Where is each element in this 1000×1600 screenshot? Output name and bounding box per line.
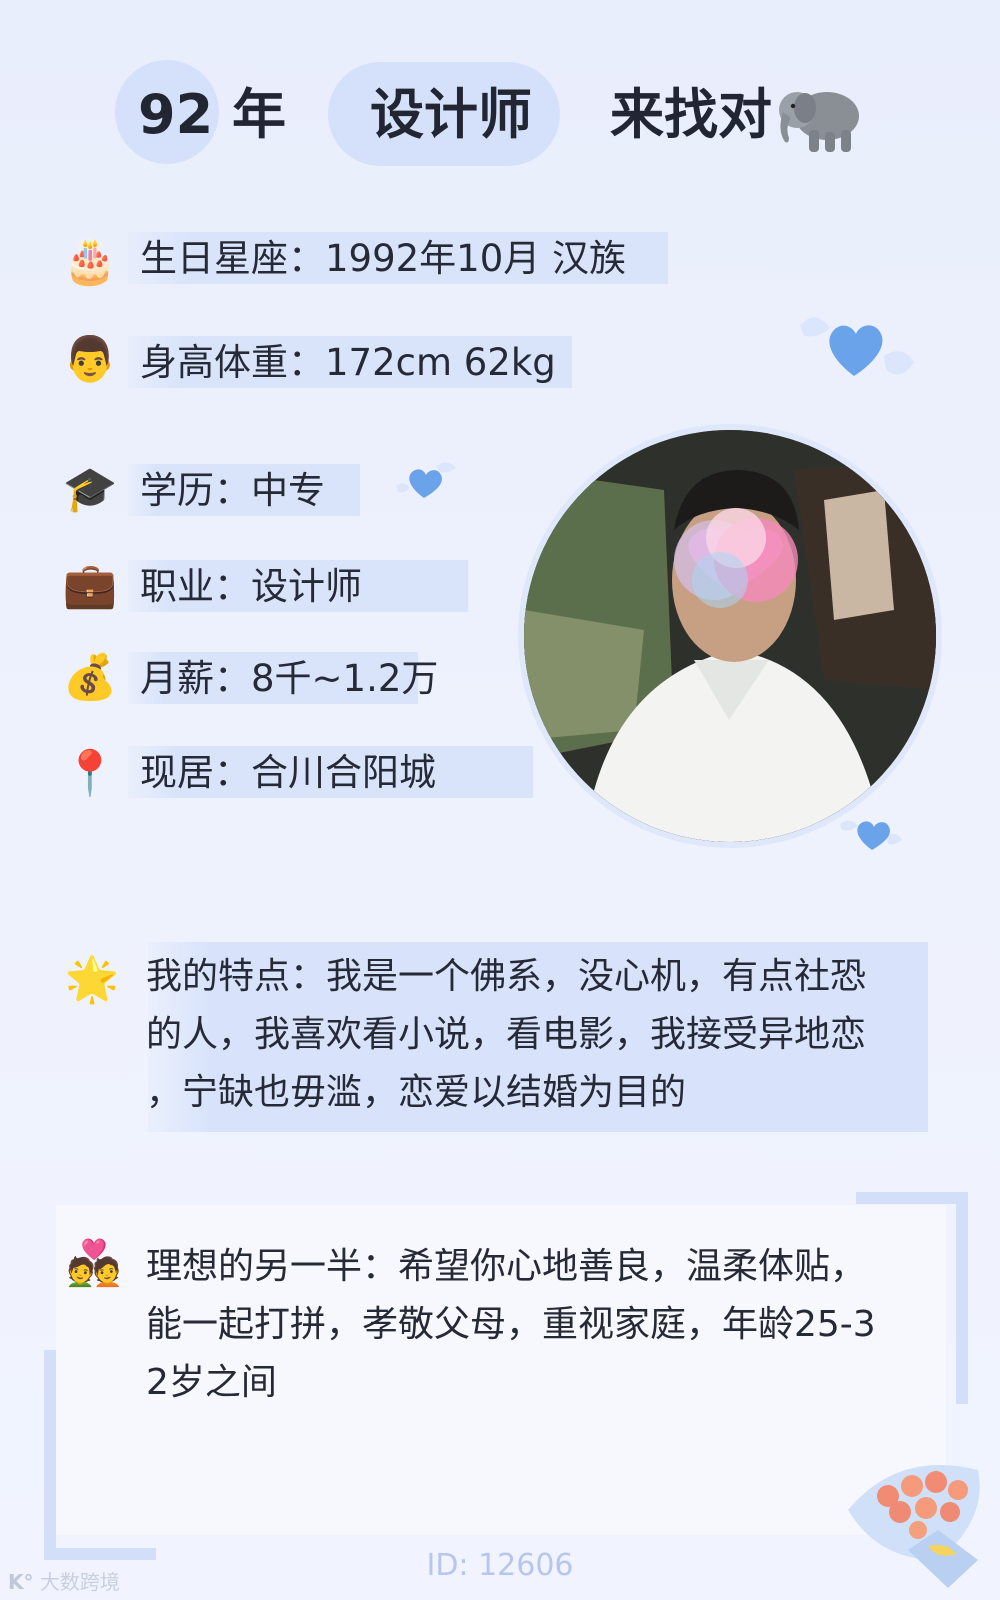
ideal-line-1: 理想的另一半：希望你心地善良，温柔体贴， [146, 1246, 867, 1287]
graduation-cap-icon: 🎓 [62, 464, 118, 515]
year-label: 年 [232, 83, 286, 146]
location-pin-icon: 📍 [62, 748, 118, 799]
ideal-line-2: 能一起打拼，孝敬父母，重视家庭，年龄25-3 [146, 1304, 876, 1345]
age-number: 92 [138, 83, 214, 146]
small-heart-decoration [392, 458, 458, 502]
money-bag-icon: 💰 [62, 652, 118, 703]
residence-text: 现居：合川合阳城 [140, 751, 436, 794]
traits-line-2: 的人，我喜欢看小说，看电影，我接受异地恋 [146, 1014, 867, 1055]
header-suffix: 来找对 [610, 83, 772, 146]
small-heart-decoration-2 [838, 814, 904, 854]
watermark: K° 大数跨境 [8, 1566, 120, 1595]
man-face-icon: 👨 [62, 334, 118, 385]
glowing-star-icon: 🌟 [64, 954, 120, 1005]
watermark-logo-icon: K° [8, 1570, 34, 1594]
birthday-text: 生日星座：1992年10月 汉族 [140, 237, 627, 280]
salary-text: 月薪：8千~1.2万 [140, 657, 439, 700]
ideal-partner-text: 理想的另一半：希望你心地善良，温柔体贴， 能一起打拼，孝敬父母，重视家庭，年龄2… [146, 1238, 936, 1412]
corner-bottom-left [44, 1350, 156, 1560]
education-text: 学历：中专 [140, 469, 325, 512]
traits-line-3: ，宁缺也毋滥，恋爱以结婚为目的 [146, 1072, 687, 1113]
header-occupation: 设计师 [370, 83, 532, 146]
watermark-text: 大数跨境 [39, 1570, 120, 1594]
traits-text: 我的特点：我是一个佛系，没心机，有点社恐 的人，我喜欢看小说，看电影，我接受异地… [146, 948, 926, 1122]
avatar [524, 430, 936, 842]
heart-wings-decoration [790, 304, 918, 388]
couple-with-heart-icon: 💑 [66, 1238, 122, 1289]
ideal-line-3: 2岁之间 [146, 1362, 277, 1403]
elephant-icon [775, 78, 865, 156]
height-weight-text: 身高体重：172cm 62kg [140, 341, 556, 384]
birthday-cake-icon: 🎂 [62, 236, 118, 287]
profile-id: ID: 12606 [426, 1548, 574, 1583]
briefcase-icon: 💼 [62, 560, 118, 611]
job-text: 职业：设计师 [140, 565, 362, 608]
traits-line-1: 我的特点：我是一个佛系，没心机，有点社恐 [146, 956, 867, 997]
